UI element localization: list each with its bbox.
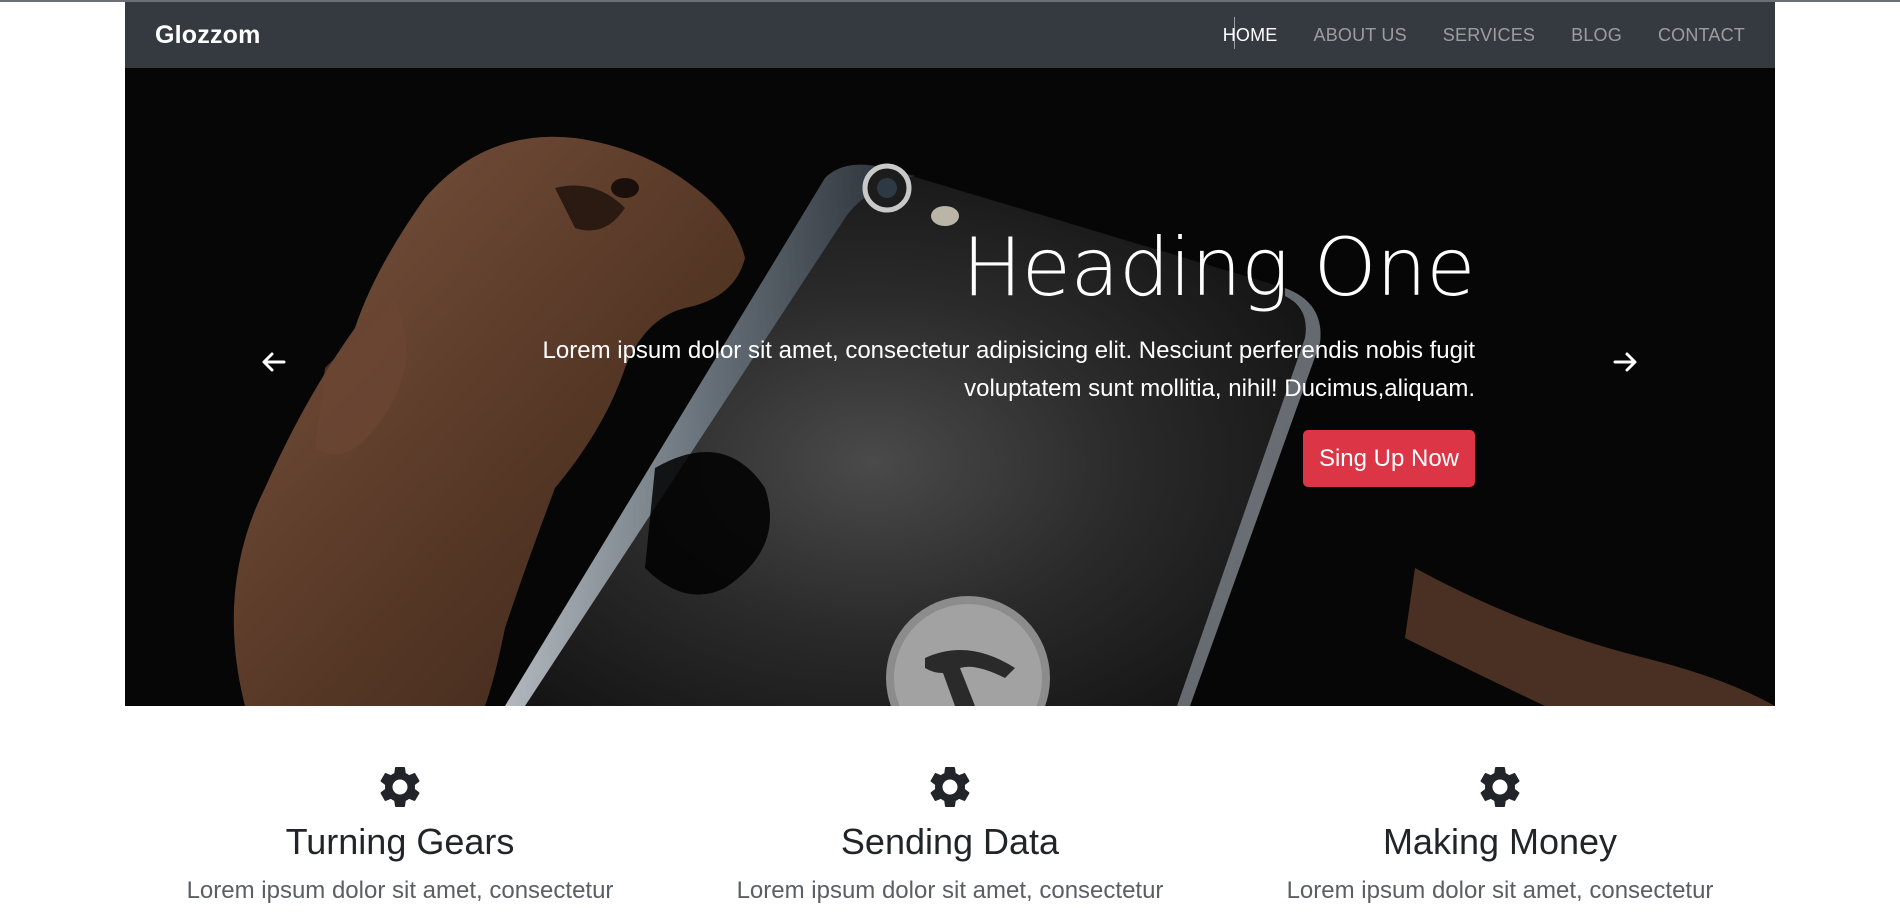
feature-title: Making Money [1382,821,1618,862]
nav-item-services[interactable]: SERVICES [1443,25,1535,46]
feature-text: Lorem ipsum dolor sit amet, consectetur [186,877,614,904]
carousel-text: Lorem ipsum dolor sit amet, consectetur … [542,337,1475,402]
nav-item-blog[interactable]: BLOG [1571,25,1622,46]
feature-title: Sending Data [840,821,1060,862]
nav-item-contact[interactable]: CONTACT [1658,25,1745,46]
carousel-next-button[interactable] [1600,343,1650,393]
feature-title: Turning Gears [285,821,515,862]
feature-card: Sending Data Lorem ipsum dolor sit amet,… [725,762,1175,908]
navbar: Glozzom HOME ABOUT US SERVICES BLOG CONT… [125,2,1775,68]
gear-icon [1480,767,1520,807]
feature-card: Making Money Lorem ipsum dolor sit amet,… [1275,762,1725,908]
feature-text: Lorem ipsum dolor sit amet, consectetur [1286,877,1714,904]
nav-menu: HOME ABOUT US SERVICES BLOG CONTACT [1223,2,1745,68]
brand-logo[interactable]: Glozzom [155,2,261,68]
features-section: Turning Gears Lorem ipsum dolor sit amet… [125,762,1775,913]
carousel-heading: Heading One [962,221,1475,314]
arrow-right-icon [1613,352,1637,372]
nav-item-about-us[interactable]: ABOUT US [1314,25,1407,46]
signup-button[interactable]: Sing Up Now [1302,430,1475,487]
nav-item-home[interactable]: HOME [1223,25,1278,46]
hero-carousel: Heading One Lorem ipsum dolor sit amet, … [125,68,1775,706]
feature-card: Turning Gears Lorem ipsum dolor sit amet… [175,762,625,908]
carousel-prev-button[interactable] [249,343,299,393]
feature-text: Lorem ipsum dolor sit amet, consectetur [736,877,1164,904]
gear-icon [380,767,420,807]
carousel-caption: Heading One Lorem ipsum dolor sit amet, … [475,218,1476,487]
gear-icon [930,767,970,807]
arrow-left-icon [262,352,286,372]
page-container: Glozzom HOME ABOUT US SERVICES BLOG CONT… [125,2,1775,706]
